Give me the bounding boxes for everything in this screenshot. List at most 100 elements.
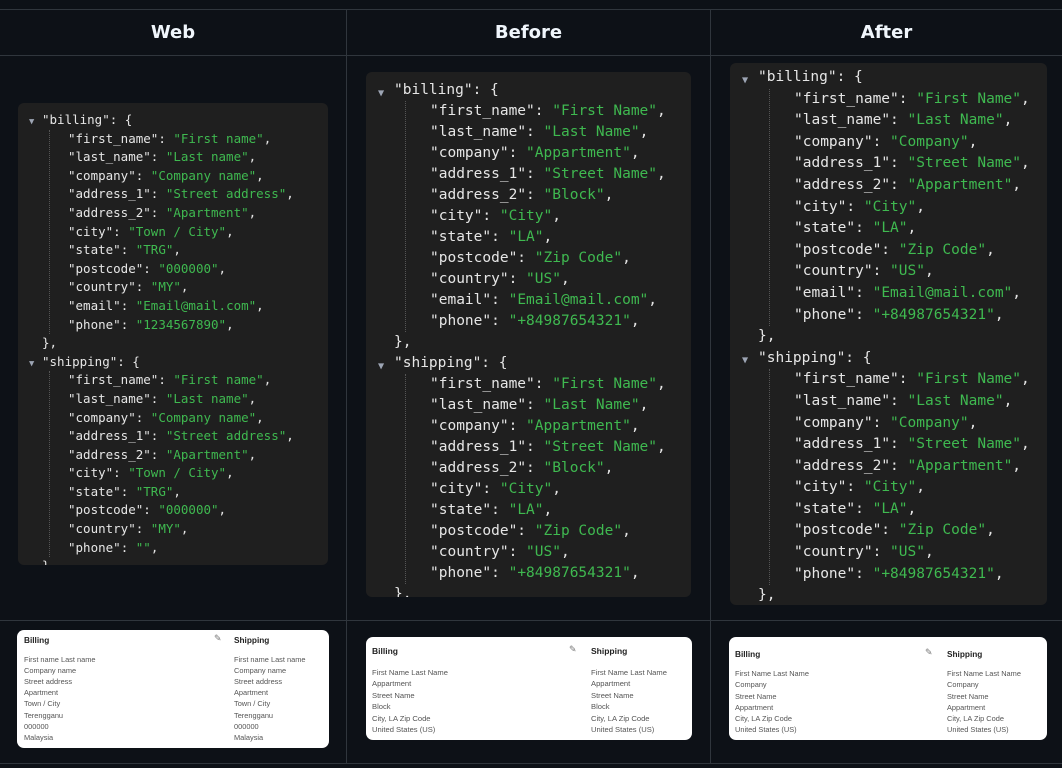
json-field-row: "city": "City", (758, 197, 1047, 219)
comma: , (560, 544, 570, 560)
pencil-icon[interactable]: ✎ (214, 633, 221, 644)
colon: ": (517, 460, 544, 476)
shipping-object-header[interactable]: ▼ "shipping": { (29, 353, 328, 372)
quote: " (898, 522, 908, 539)
json-key: address_1 (75, 186, 144, 202)
colon: ": (128, 521, 151, 537)
comma: , (986, 522, 995, 539)
json-key: city (75, 465, 106, 481)
billing-object-header[interactable]: ▼ "billing": { (378, 80, 691, 101)
quote: " (68, 260, 76, 276)
colon: ": (881, 155, 908, 172)
json-field-row: "postcode": "Zip Code", (758, 240, 1047, 262)
json-field-row: "phone": "+84987654321", (758, 305, 1047, 327)
json-key: company (75, 409, 129, 425)
comma: , (630, 145, 640, 161)
quote: " (595, 187, 605, 203)
json-field-row: "country": "MY", (42, 278, 328, 297)
address-line: Terengganu (234, 710, 274, 720)
json-field-row: "state": "TRG", (42, 483, 328, 502)
address-line: Town / City (234, 699, 271, 709)
json-key: first_name (802, 90, 891, 107)
comma: , (226, 316, 234, 332)
billing-object-header[interactable]: ▼ "billing": { (29, 111, 328, 130)
pencil-icon[interactable]: ✎ (569, 644, 577, 656)
comma: , (286, 186, 294, 202)
comma: , (286, 428, 294, 444)
quote: " (526, 271, 535, 287)
quote: " (794, 284, 803, 301)
quote: " (543, 124, 553, 140)
colon: ": (517, 166, 544, 182)
json-value: Email@mail.com (517, 292, 640, 308)
colon: ": (143, 186, 166, 202)
quote: " (241, 446, 249, 462)
json-key: address_2 (802, 457, 882, 474)
json-value: Company name (158, 167, 249, 183)
billing-title: Billing (372, 646, 398, 656)
quote: " (430, 439, 439, 455)
comma: , (256, 167, 264, 183)
quote: " (648, 376, 658, 392)
quote: " (863, 198, 873, 215)
shipping-address-column: Shipping First Name Last Name Appartment St… (591, 646, 667, 736)
json-value: Apartment (173, 204, 242, 220)
billing-address-column: Billing First Name Last Name Company Street… (735, 649, 809, 735)
billing-object-header[interactable]: ▼ "billing": { (742, 67, 1047, 89)
json-value: Company (898, 414, 960, 431)
comma: , (180, 279, 189, 295)
json-value: US (534, 544, 553, 560)
quote: " (543, 187, 553, 203)
colon: ": (473, 208, 500, 224)
shipping-title: Shipping (234, 636, 270, 645)
quote: " (526, 418, 535, 434)
comma: , (630, 313, 640, 329)
json-key: email (802, 284, 847, 301)
comma: , (1003, 112, 1013, 129)
quote: " (543, 460, 553, 476)
pencil-icon[interactable]: ✎ (925, 647, 932, 658)
triangle-down-icon[interactable]: ▼ (378, 83, 384, 104)
quote: " (916, 90, 925, 107)
colon: ": (846, 220, 873, 237)
shipping-object-header[interactable]: ▼ "shipping": { (378, 353, 691, 374)
quote: " (211, 502, 219, 518)
triangle-down-icon[interactable]: ▼ (378, 356, 384, 377)
triangle-down-icon[interactable]: ▼ (29, 113, 34, 132)
quote: " (890, 414, 899, 431)
json-key: address_2 (75, 446, 144, 462)
comma: , (916, 479, 925, 496)
json-field-row: "phone": "+84987654321", (758, 564, 1047, 586)
quote: " (430, 145, 439, 161)
quote: " (898, 500, 908, 517)
address-line: 000000 (234, 721, 259, 731)
address-line: City, LA Zip Code (735, 714, 792, 724)
json-field-row: "first_name": "First Name", (394, 374, 691, 395)
quote: " (218, 223, 227, 239)
quote: " (526, 544, 535, 560)
triangle-down-icon[interactable]: ▼ (29, 355, 34, 374)
quote: " (898, 220, 908, 237)
quote: " (552, 376, 561, 392)
json-key: first_name (802, 371, 891, 388)
triangle-down-icon[interactable]: ▼ (742, 350, 748, 372)
json-key: company (438, 418, 500, 434)
colon: ": (143, 446, 166, 462)
colon: ": (846, 284, 873, 301)
shipping-title: Shipping (591, 646, 628, 656)
comma: , (256, 409, 264, 425)
json-value: City (872, 198, 908, 215)
colon: ": (837, 479, 864, 496)
colon: ": (846, 565, 873, 582)
json-value: MY (158, 279, 174, 295)
colon: ": (143, 428, 166, 444)
colon: ": (881, 392, 908, 409)
indent-guide (769, 89, 770, 326)
address-line: Block (372, 702, 391, 711)
quote: " (241, 390, 249, 406)
shipping-object-header[interactable]: ▼ "shipping": { (742, 348, 1047, 370)
comma: , (1012, 176, 1022, 193)
json-field-row: "company": "Appartment", (394, 143, 691, 164)
triangle-down-icon[interactable]: ▼ (742, 70, 748, 92)
address-line: Company name (234, 666, 287, 676)
